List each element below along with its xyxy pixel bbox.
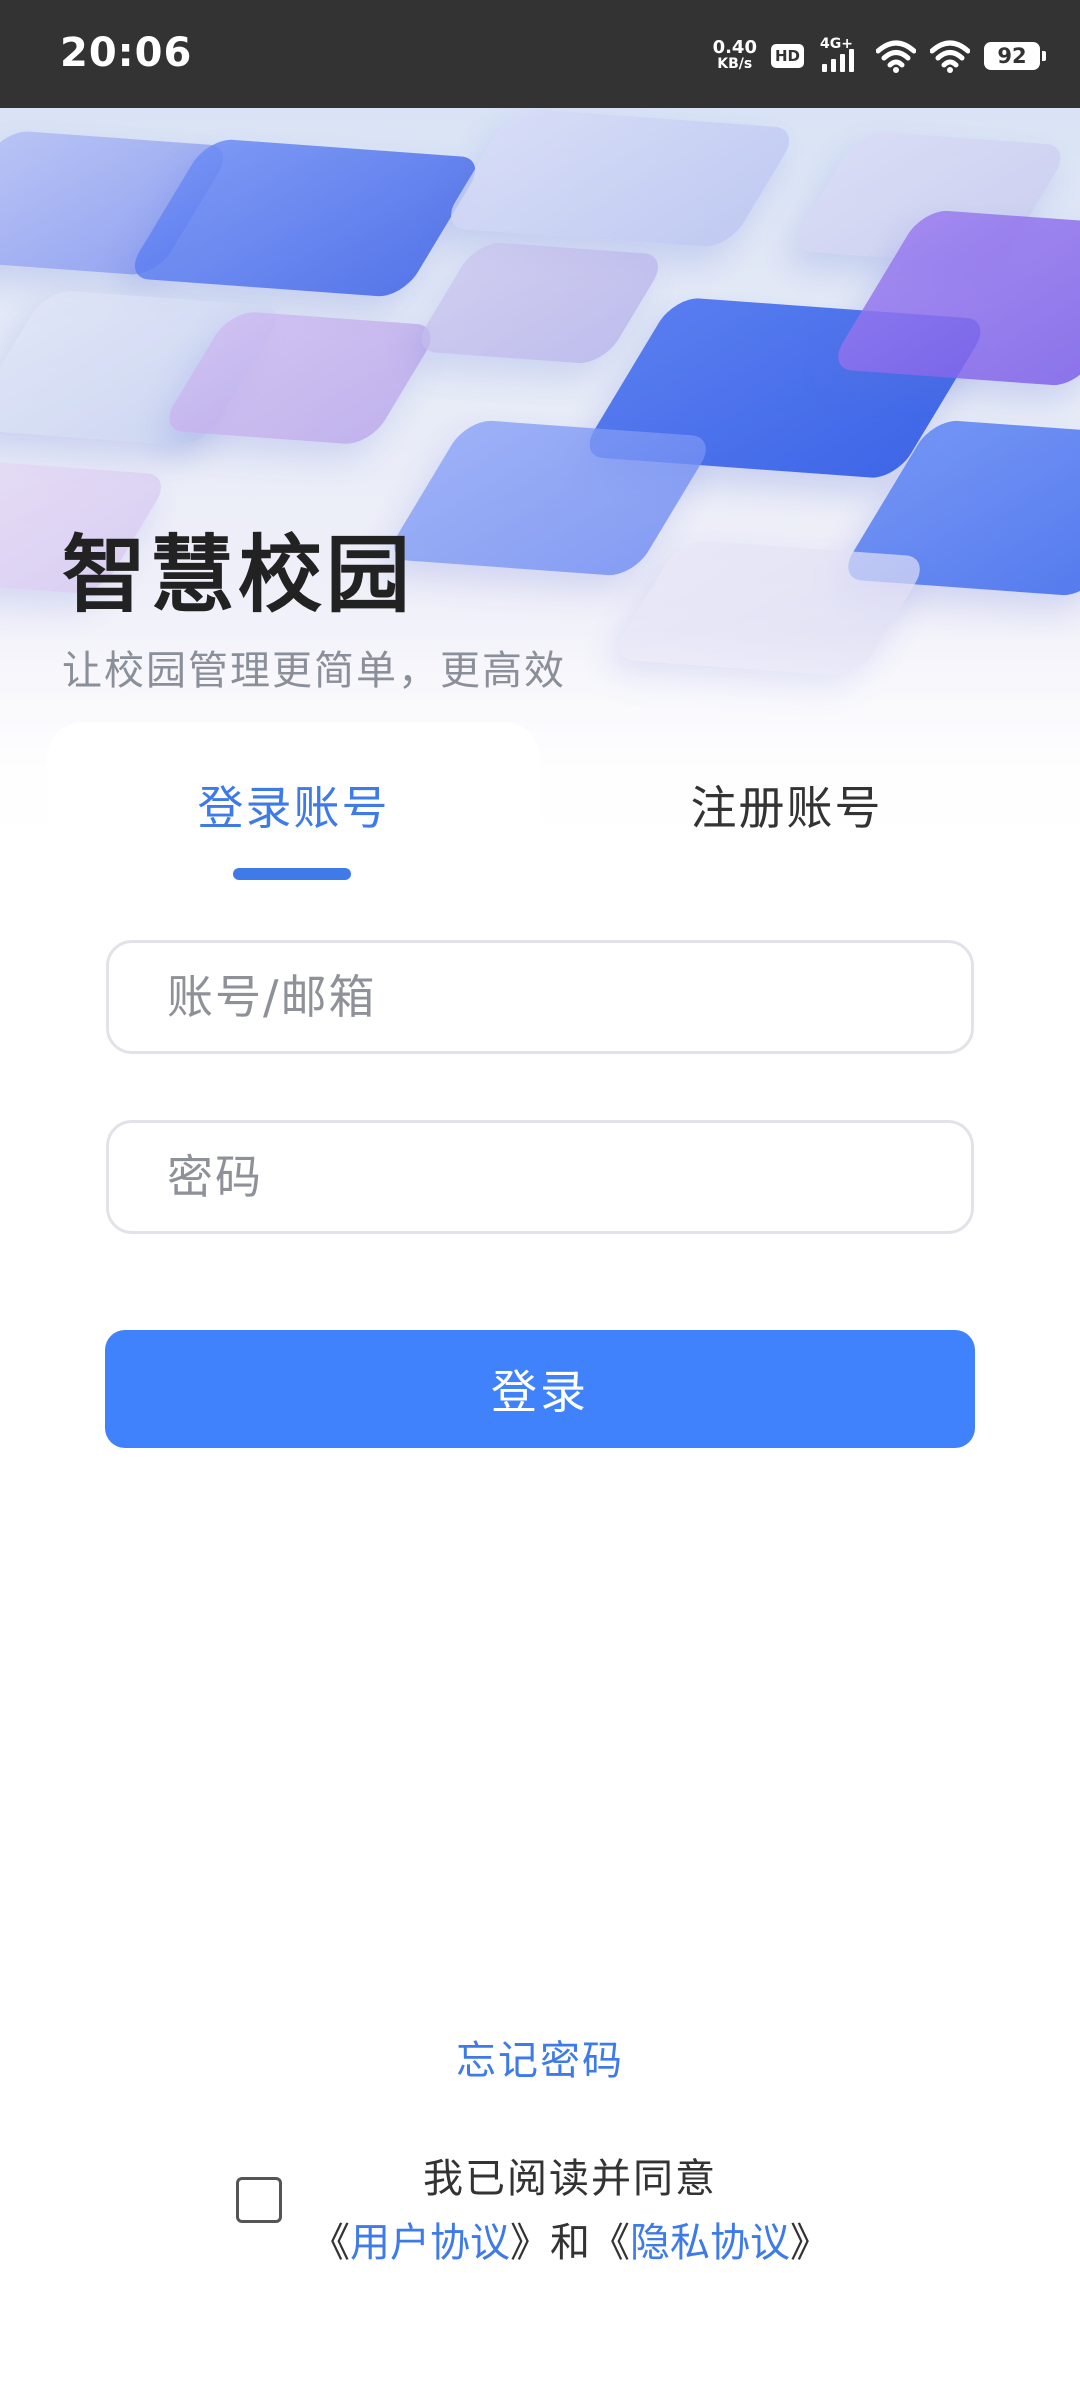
tab-login-label: 登录账号	[197, 781, 390, 835]
auth-tabs: 登录账号 注册账号	[47, 722, 1033, 880]
open-bracket-2: 《	[590, 2220, 630, 2266]
tab-register[interactable]: 注册账号	[540, 722, 1033, 872]
battery-icon: 92	[984, 42, 1046, 70]
account-field	[106, 940, 974, 1054]
forgot-password-link[interactable]: 忘记密码	[0, 2028, 1080, 2086]
status-icons: 0.40 KB/s HD 4G+ 92	[713, 32, 1046, 80]
battery-level: 92	[997, 44, 1027, 68]
close-bracket-2: 》	[790, 2220, 830, 2266]
account-input[interactable]	[109, 943, 971, 1051]
hd-icon: HD	[770, 44, 804, 68]
wifi-icon	[876, 40, 916, 73]
agreement-checkbox[interactable]	[236, 2177, 282, 2223]
wifi-icon-secondary	[930, 40, 970, 73]
password-field	[106, 1120, 974, 1234]
agreement-text: 我已阅读并同意	[423, 2156, 717, 2202]
active-tab-indicator	[233, 868, 351, 880]
tab-login[interactable]: 登录账号	[47, 722, 540, 872]
privacy-policy-link[interactable]: 隐私协议	[630, 2220, 790, 2266]
user-agreement-link[interactable]: 用户协议	[350, 2220, 510, 2266]
and-text: 和	[550, 2220, 590, 2266]
agreement-links: 《用户协议》和《隐私协议》	[300, 2210, 840, 2268]
open-bracket: 《	[310, 2220, 350, 2266]
app-subtitle: 让校园管理更简单，更高效	[62, 648, 566, 694]
network-speed: 0.40 KB/s	[713, 39, 757, 73]
password-input[interactable]	[109, 1123, 971, 1231]
app-title: 智慧校园	[62, 526, 415, 624]
network-speed-value: 0.40	[712, 37, 757, 58]
close-bracket: 》	[510, 2220, 550, 2266]
tab-register-label: 注册账号	[690, 781, 883, 835]
status-time: 20:06	[60, 30, 193, 76]
login-button[interactable]: 登录	[105, 1330, 975, 1448]
cellular-signal-icon: 4G+	[818, 36, 862, 76]
status-bar: 20:06 0.40 KB/s HD 4G+ 92	[0, 0, 1080, 108]
network-speed-unit: KB/s	[717, 56, 753, 72]
